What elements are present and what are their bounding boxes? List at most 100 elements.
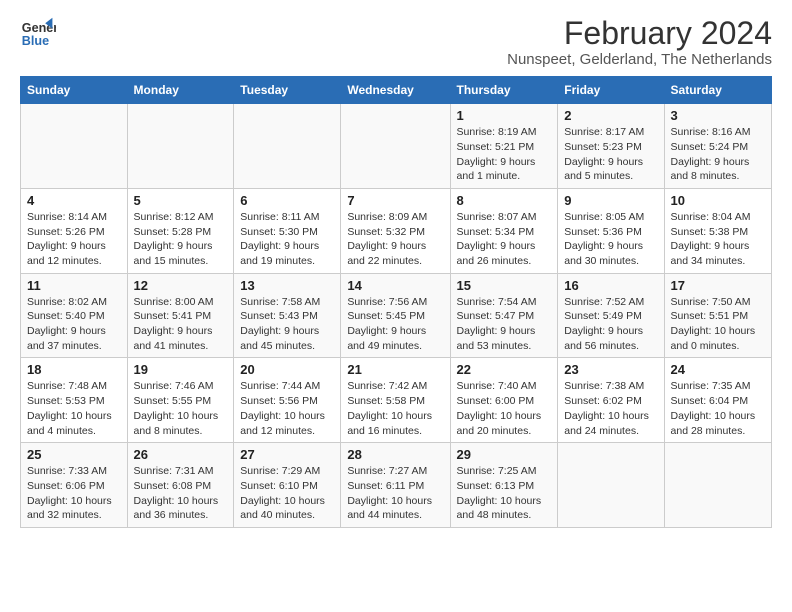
day-number: 8 — [457, 193, 552, 208]
calendar-cell — [21, 104, 128, 189]
calendar-cell: 18 Sunrise: 7:48 AM Sunset: 5:53 PM Dayli… — [21, 358, 128, 443]
logo: General Blue — [20, 16, 56, 52]
day-info: Sunrise: 7:56 AM Sunset: 5:45 PM Dayligh… — [347, 295, 443, 354]
day-number: 10 — [671, 193, 765, 208]
day-info: Sunrise: 7:52 AM Sunset: 5:49 PM Dayligh… — [564, 295, 657, 354]
svg-text:Blue: Blue — [22, 34, 49, 48]
day-info: Sunrise: 7:42 AM Sunset: 5:58 PM Dayligh… — [347, 379, 443, 438]
calendar-cell: 21 Sunrise: 7:42 AM Sunset: 5:58 PM Dayli… — [341, 358, 450, 443]
day-info: Sunrise: 8:00 AM Sunset: 5:41 PM Dayligh… — [134, 295, 228, 354]
calendar-cell: 19 Sunrise: 7:46 AM Sunset: 5:55 PM Dayli… — [127, 358, 234, 443]
calendar-cell — [341, 104, 450, 189]
day-number: 3 — [671, 108, 765, 123]
col-header-monday: Monday — [127, 77, 234, 104]
day-info: Sunrise: 7:46 AM Sunset: 5:55 PM Dayligh… — [134, 379, 228, 438]
day-number: 27 — [240, 447, 334, 462]
calendar-cell: 15Sunrise: 7:54 AM Sunset: 5:47 PM Dayli… — [450, 273, 558, 358]
calendar-cell: 5 Sunrise: 8:12 AM Sunset: 5:28 PM Daylig… — [127, 188, 234, 273]
day-info: Sunrise: 8:16 AM Sunset: 5:24 PM Dayligh… — [671, 125, 765, 184]
col-header-wednesday: Wednesday — [341, 77, 450, 104]
day-number: 19 — [134, 362, 228, 377]
day-info: Sunrise: 8:11 AM Sunset: 5:30 PM Dayligh… — [240, 210, 334, 269]
calendar-cell: 25 Sunrise: 7:33 AM Sunset: 6:06 PM Dayli… — [21, 443, 128, 528]
calendar-cell: 14 Sunrise: 7:56 AM Sunset: 5:45 PM Dayli… — [341, 273, 450, 358]
day-number: 28 — [347, 447, 443, 462]
calendar-cell: 12 Sunrise: 8:00 AM Sunset: 5:41 PM Dayli… — [127, 273, 234, 358]
calendar-cell: 16 Sunrise: 7:52 AM Sunset: 5:49 PM Dayli… — [558, 273, 664, 358]
calendar-cell — [127, 104, 234, 189]
page-header: General Blue February 2024 Nunspeet, Gel… — [20, 16, 772, 68]
calendar-cell: 20Sunrise: 7:44 AM Sunset: 5:56 PM Dayli… — [234, 358, 341, 443]
day-info: Sunrise: 7:33 AM Sunset: 6:06 PM Dayligh… — [27, 464, 121, 523]
calendar-cell — [664, 443, 771, 528]
day-info: Sunrise: 7:48 AM Sunset: 5:53 PM Dayligh… — [27, 379, 121, 438]
title-area: February 2024 Nunspeet, Gelderland, The … — [507, 16, 772, 68]
day-info: Sunrise: 8:14 AM Sunset: 5:26 PM Dayligh… — [27, 210, 121, 269]
day-number: 11 — [27, 278, 121, 293]
calendar-cell: 2 Sunrise: 8:17 AM Sunset: 5:23 PM Daylig… — [558, 104, 664, 189]
subtitle: Nunspeet, Gelderland, The Netherlands — [507, 51, 772, 68]
day-number: 22 — [457, 362, 552, 377]
calendar-cell: 13 Sunrise: 7:58 AM Sunset: 5:43 PM Dayli… — [234, 273, 341, 358]
day-info: Sunrise: 8:09 AM Sunset: 5:32 PM Dayligh… — [347, 210, 443, 269]
calendar-cell: 26 Sunrise: 7:31 AM Sunset: 6:08 PM Dayli… — [127, 443, 234, 528]
day-number: 4 — [27, 193, 121, 208]
col-header-sunday: Sunday — [21, 77, 128, 104]
calendar-cell — [234, 104, 341, 189]
calendar-cell: 3 Sunrise: 8:16 AM Sunset: 5:24 PM Daylig… — [664, 104, 771, 189]
day-number: 2 — [564, 108, 657, 123]
calendar-cell: 1 Sunrise: 8:19 AM Sunset: 5:21 PM Daylig… — [450, 104, 558, 189]
calendar-cell: 4 Sunrise: 8:14 AM Sunset: 5:26 PM Daylig… — [21, 188, 128, 273]
day-info: Sunrise: 8:05 AM Sunset: 5:36 PM Dayligh… — [564, 210, 657, 269]
calendar-cell: 8 Sunrise: 8:07 AM Sunset: 5:34 PM Daylig… — [450, 188, 558, 273]
day-number: 17 — [671, 278, 765, 293]
day-info: Sunrise: 7:58 AM Sunset: 5:43 PM Dayligh… — [240, 295, 334, 354]
day-number: 7 — [347, 193, 443, 208]
day-info: Sunrise: 7:44 AM Sunset: 5:56 PM Dayligh… — [240, 379, 334, 438]
day-info: Sunrise: 7:31 AM Sunset: 6:08 PM Dayligh… — [134, 464, 228, 523]
logo-icon: General Blue — [20, 16, 56, 52]
day-number: 16 — [564, 278, 657, 293]
day-number: 23 — [564, 362, 657, 377]
col-header-friday: Friday — [558, 77, 664, 104]
day-number: 29 — [457, 447, 552, 462]
day-number: 9 — [564, 193, 657, 208]
calendar-cell: 6 Sunrise: 8:11 AM Sunset: 5:30 PM Daylig… — [234, 188, 341, 273]
day-number: 21 — [347, 362, 443, 377]
day-number: 5 — [134, 193, 228, 208]
day-number: 24 — [671, 362, 765, 377]
calendar-table: SundayMondayTuesdayWednesdayThursdayFrid… — [20, 76, 772, 528]
day-info: Sunrise: 8:02 AM Sunset: 5:40 PM Dayligh… — [27, 295, 121, 354]
day-info: Sunrise: 8:19 AM Sunset: 5:21 PM Dayligh… — [457, 125, 552, 184]
calendar-cell: 7 Sunrise: 8:09 AM Sunset: 5:32 PM Daylig… — [341, 188, 450, 273]
calendar-cell: 24 Sunrise: 7:35 AM Sunset: 6:04 PM Dayli… — [664, 358, 771, 443]
day-number: 25 — [27, 447, 121, 462]
calendar-cell: 22Sunrise: 7:40 AM Sunset: 6:00 PM Dayli… — [450, 358, 558, 443]
calendar-cell: 23 Sunrise: 7:38 AM Sunset: 6:02 PM Dayli… — [558, 358, 664, 443]
day-number: 12 — [134, 278, 228, 293]
calendar-cell: 11 Sunrise: 8:02 AM Sunset: 5:40 PM Dayli… — [21, 273, 128, 358]
day-info: Sunrise: 7:38 AM Sunset: 6:02 PM Dayligh… — [564, 379, 657, 438]
day-info: Sunrise: 8:04 AM Sunset: 5:38 PM Dayligh… — [671, 210, 765, 269]
day-number: 14 — [347, 278, 443, 293]
day-info: Sunrise: 7:50 AM Sunset: 5:51 PM Dayligh… — [671, 295, 765, 354]
col-header-tuesday: Tuesday — [234, 77, 341, 104]
day-number: 26 — [134, 447, 228, 462]
day-number: 13 — [240, 278, 334, 293]
day-info: Sunrise: 7:27 AM Sunset: 6:11 PM Dayligh… — [347, 464, 443, 523]
day-number: 18 — [27, 362, 121, 377]
day-number: 6 — [240, 193, 334, 208]
day-info: Sunrise: 8:17 AM Sunset: 5:23 PM Dayligh… — [564, 125, 657, 184]
calendar-cell: 9 Sunrise: 8:05 AM Sunset: 5:36 PM Daylig… — [558, 188, 664, 273]
col-header-thursday: Thursday — [450, 77, 558, 104]
day-number: 1 — [457, 108, 552, 123]
day-info: Sunrise: 8:12 AM Sunset: 5:28 PM Dayligh… — [134, 210, 228, 269]
calendar-cell: 10 Sunrise: 8:04 AM Sunset: 5:38 PM Dayli… — [664, 188, 771, 273]
day-info: Sunrise: 7:29 AM Sunset: 6:10 PM Dayligh… — [240, 464, 334, 523]
calendar-cell: 17 Sunrise: 7:50 AM Sunset: 5:51 PM Dayli… — [664, 273, 771, 358]
day-info: Sunrise: 7:35 AM Sunset: 6:04 PM Dayligh… — [671, 379, 765, 438]
day-info: Sunrise: 7:25 AM Sunset: 6:13 PM Dayligh… — [457, 464, 552, 523]
calendar-cell: 28 Sunrise: 7:27 AM Sunset: 6:11 PM Dayli… — [341, 443, 450, 528]
calendar-cell: 27 Sunrise: 7:29 AM Sunset: 6:10 PM Dayli… — [234, 443, 341, 528]
day-info: Sunrise: 8:07 AM Sunset: 5:34 PM Dayligh… — [457, 210, 552, 269]
